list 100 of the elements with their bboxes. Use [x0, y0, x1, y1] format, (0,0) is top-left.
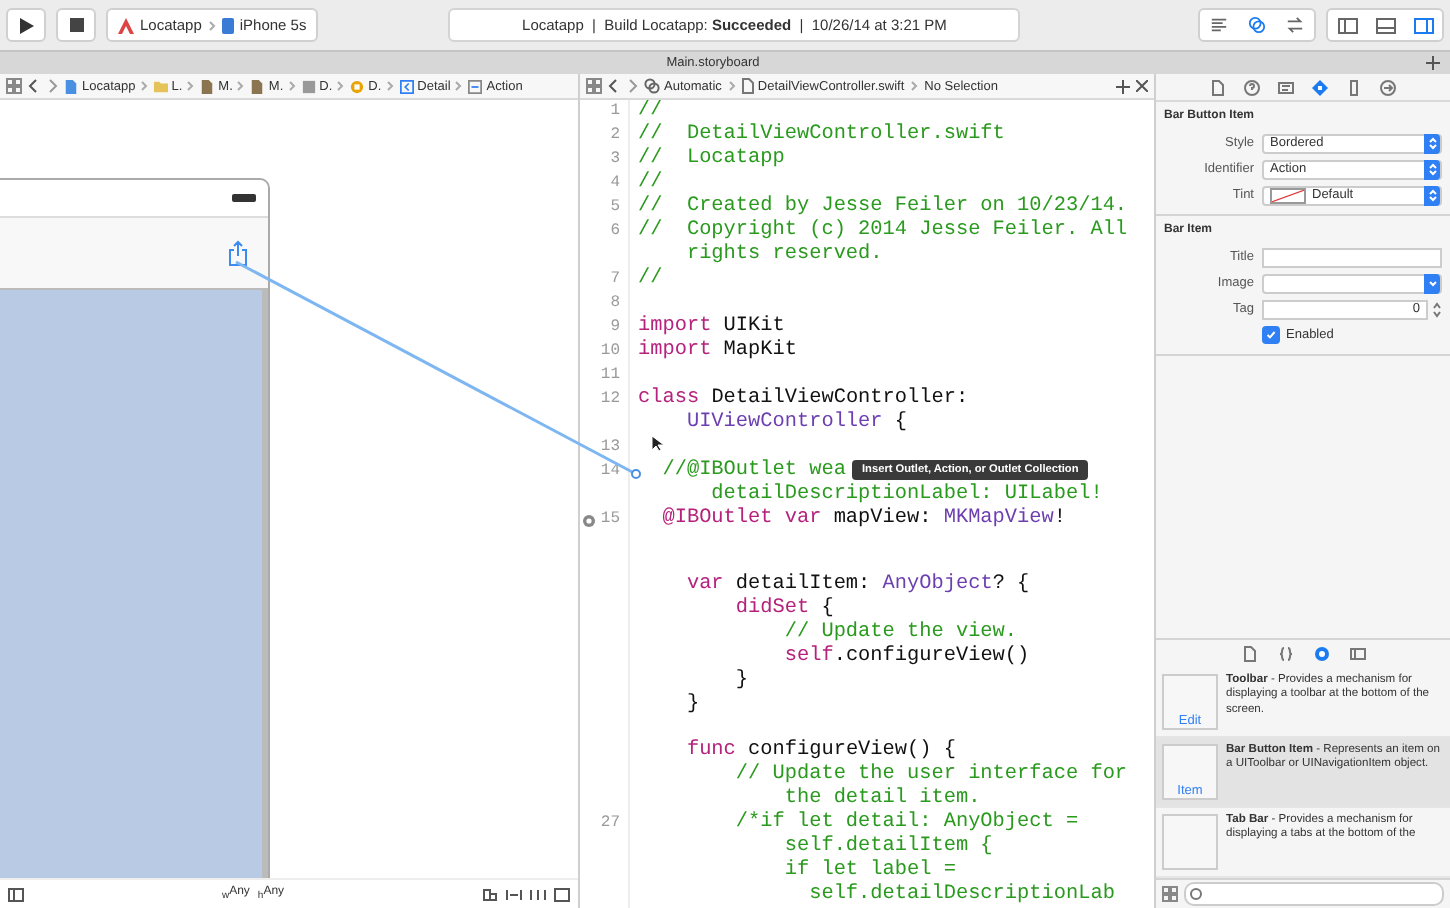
- line-number: 15: [600, 510, 620, 528]
- chevron-down-icon: [1427, 279, 1437, 287]
- pin-icon[interactable]: [506, 887, 522, 901]
- code-line: // Update the view.: [782, 622, 1018, 645]
- right-panel-icon: [1413, 15, 1433, 35]
- combo-box[interactable]: [1262, 273, 1442, 293]
- code-line: // DetailViewController.swift: [636, 124, 1005, 147]
- line-number: 5: [610, 198, 620, 216]
- plus-icon[interactable]: [1116, 79, 1130, 93]
- chevron-right-icon: [727, 80, 736, 92]
- grid-icon[interactable]: [586, 78, 602, 94]
- line-number: 9: [610, 318, 620, 336]
- line-number: 12: [600, 390, 620, 408]
- chevron-right-icon: [385, 80, 394, 92]
- plus-icon[interactable]: [1426, 56, 1440, 70]
- document-icon: [741, 78, 754, 94]
- line-number: 2: [610, 126, 620, 144]
- code-line: func configureView() {: [684, 740, 956, 763]
- document-icon[interactable]: [1210, 79, 1226, 95]
- document-icon: [64, 79, 78, 93]
- lines-icon: [1210, 16, 1228, 34]
- code-line: // Created by Jesse Feiler on 10/23/14.: [636, 196, 1128, 219]
- align-icon[interactable]: [482, 887, 498, 901]
- grid-icon[interactable]: [6, 78, 22, 94]
- app-icon: [118, 17, 134, 33]
- chevron-right-icon: [186, 80, 195, 92]
- code-line: UIViewController {: [684, 412, 908, 436]
- scene-icon: [301, 79, 316, 93]
- up-down-arrows-icon: [1427, 162, 1437, 176]
- target-circle-icon[interactable]: [1313, 646, 1329, 662]
- chevron-right-icon: [287, 80, 296, 92]
- code-line: didSet {: [733, 598, 834, 621]
- back-icon[interactable]: [28, 78, 40, 94]
- code-line: if let label =: [782, 860, 956, 883]
- stepper-icon[interactable]: [1432, 299, 1442, 319]
- line-number: 13: [600, 438, 620, 456]
- chevron-right-icon: [910, 80, 919, 92]
- code-line: self.detailDescriptionLab: [807, 884, 1115, 908]
- panel-toggle-control[interactable]: [1326, 8, 1444, 42]
- line-number: 14: [600, 462, 620, 480]
- line-number: 3: [610, 150, 620, 168]
- id-card-icon[interactable]: [1278, 79, 1294, 95]
- code-line: import MapKit: [636, 340, 797, 364]
- code-line: // Update the user interface for: [733, 764, 1128, 787]
- line-number: 6: [610, 222, 620, 240]
- attributes-icon[interactable]: [1312, 79, 1328, 95]
- text-field[interactable]: [1262, 247, 1442, 267]
- code-line: rights reserved.: [684, 244, 883, 268]
- filter-field[interactable]: [1184, 882, 1444, 906]
- outline-toggle-icon[interactable]: [8, 887, 24, 901]
- editor-mode-control[interactable]: [1198, 8, 1316, 42]
- code-line: @IBOutlet var mapView: MKMapView!: [660, 508, 1066, 532]
- item-thumbnail: [1162, 814, 1218, 870]
- code-line: self.detailItem {: [782, 836, 993, 859]
- swap-arrows-icon: [1286, 16, 1304, 34]
- document-icon[interactable]: [1241, 646, 1257, 662]
- cursor-icon: [651, 435, 665, 452]
- stop-button[interactable]: [56, 8, 96, 42]
- back-item-icon: [399, 79, 414, 93]
- folder-icon: [153, 79, 168, 93]
- up-down-arrows-icon: [1427, 188, 1437, 202]
- left-panel-icon: [1337, 15, 1357, 35]
- controller-icon: [350, 79, 365, 93]
- phone-icon: [221, 17, 234, 33]
- bar-button-icon: [468, 79, 483, 93]
- run-button[interactable]: [6, 8, 46, 42]
- chevron-right-icon: [207, 19, 216, 31]
- code-line: the detail item.: [782, 788, 981, 811]
- line-number: 27: [600, 814, 620, 833]
- ruler-icon[interactable]: [1346, 79, 1362, 95]
- close-icon[interactable]: [1136, 80, 1148, 92]
- arrow-circle-icon[interactable]: [1380, 79, 1396, 95]
- code-line: }: [733, 670, 749, 695]
- code-line: // Copyright (c) 2014 Jesse Feiler. All: [636, 220, 1128, 243]
- resize-icon[interactable]: [554, 887, 570, 901]
- back-icon[interactable]: [608, 78, 620, 94]
- linked-rings-icon: [644, 78, 660, 94]
- help-icon[interactable]: [1244, 79, 1260, 95]
- linked-rings-icon: [1248, 16, 1266, 34]
- storyboard-file-icon: [250, 79, 265, 93]
- code-line: //@IBOutlet wea: [660, 460, 846, 483]
- code-line: //: [636, 268, 663, 292]
- braces-icon[interactable]: [1277, 646, 1293, 662]
- checkbox[interactable]: [1262, 326, 1280, 344]
- resolve-icon[interactable]: [530, 887, 546, 901]
- line-number: 11: [600, 366, 620, 384]
- film-icon[interactable]: [1349, 646, 1365, 662]
- chevron-right-icon: [139, 80, 148, 92]
- code-line: import UIKit: [636, 316, 785, 339]
- line-number: 4: [610, 174, 620, 192]
- line-number: 8: [610, 294, 620, 312]
- grid-icon[interactable]: [1162, 886, 1178, 902]
- line-number: 10: [600, 342, 620, 360]
- code-line: class DetailViewController:: [636, 388, 969, 411]
- filter-icon: [1190, 888, 1202, 900]
- code-line: }: [684, 694, 700, 719]
- outlet-connection-icon[interactable]: [582, 513, 596, 527]
- play-icon: [18, 17, 34, 33]
- share-icon[interactable]: [228, 240, 248, 266]
- chevron-right-icon: [454, 80, 463, 92]
